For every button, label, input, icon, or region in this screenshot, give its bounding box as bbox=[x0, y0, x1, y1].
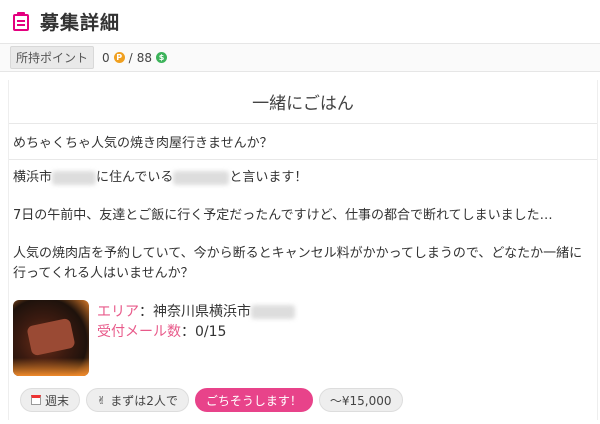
points-bar: 所持ポイント 0 P / 88 $ bbox=[0, 44, 600, 72]
calendar-icon bbox=[31, 395, 41, 405]
food-photo bbox=[13, 300, 89, 376]
recruit-meta: エリア：神奈川県横浜市 受付メール数：0/15 bbox=[97, 300, 295, 376]
mail-row: 受付メール数：0/15 bbox=[97, 322, 295, 342]
mail-count-value: ：0/15 bbox=[181, 324, 227, 340]
tag-treat[interactable]: ごちそうします！ bbox=[194, 388, 313, 412]
points-separator: / bbox=[128, 50, 133, 65]
recruit-title: 一緒にごはん bbox=[9, 80, 597, 124]
page-header: 募集詳細 bbox=[0, 0, 600, 44]
page-title: 募集詳細 bbox=[40, 12, 121, 34]
tag-list: 週末 ✌ まずは2人で ごちそうします！ ～¥15,000 bbox=[20, 388, 403, 412]
tag-weekend[interactable]: 週末 bbox=[20, 388, 81, 412]
area-key: エリア bbox=[97, 304, 139, 320]
body-paragraph-2: 7日の午前中、友達とご飯に行く予定だったんですけど、仕事の都合で断れてしまいまし… bbox=[13, 208, 553, 223]
tag-two-people[interactable]: ✌ まずは2人で bbox=[86, 388, 189, 412]
redacted-text bbox=[173, 170, 230, 185]
clipboard-icon bbox=[12, 11, 30, 32]
area-value: ：神奈川県横浜市 bbox=[139, 304, 251, 320]
recruit-info: エリア：神奈川県横浜市 受付メール数：0/15 bbox=[9, 300, 597, 376]
s-points-value: 88 bbox=[136, 50, 152, 65]
tag-budget[interactable]: ～¥15,000 bbox=[318, 388, 403, 412]
redacted-text bbox=[251, 305, 295, 319]
area-row: エリア：神奈川県横浜市 bbox=[97, 302, 295, 322]
recruit-card: 一緒にごはん めちゃくちゃ人気の焼き肉屋行きませんか？ 横浜市 に住んでいる と言い… bbox=[8, 80, 598, 420]
p-coin-icon: P bbox=[113, 52, 125, 63]
peace-hand-icon: ✌ bbox=[97, 393, 107, 407]
p-points-value: 0 bbox=[102, 50, 110, 65]
s-coin-icon: $ bbox=[155, 52, 167, 63]
points-label: 所持ポイント bbox=[10, 46, 95, 69]
body-paragraph-3: 人気の焼肉店を予約していて、今から断るとキャンセル料がかかってしまうので、どなた… bbox=[13, 246, 583, 281]
body-line-1: 横浜市 に住んでいる と言います！ bbox=[13, 170, 308, 185]
mail-count-key: 受付メール数 bbox=[97, 324, 181, 340]
recruit-body: 横浜市 に住んでいる と言います！ 7日の午前中、友達とご飯に行く予定だったんですけ… bbox=[9, 160, 597, 284]
recruit-subtitle: めちゃくちゃ人気の焼き肉屋行きませんか？ bbox=[9, 124, 597, 160]
redacted-text bbox=[52, 170, 97, 185]
